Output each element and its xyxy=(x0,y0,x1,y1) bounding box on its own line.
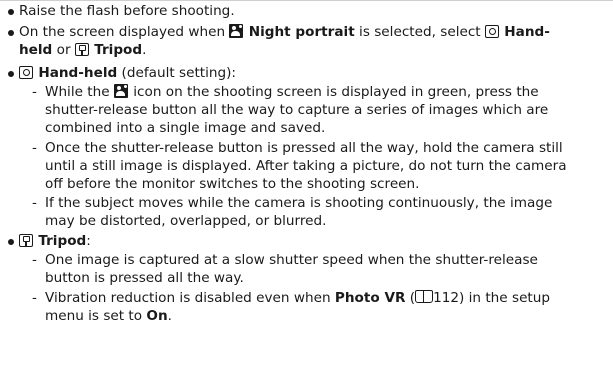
dash-marker: - xyxy=(32,252,37,268)
sub-item-line: One image is captured at a slow shutter … xyxy=(45,252,538,268)
hand-held-icon xyxy=(484,25,499,38)
bullet xyxy=(8,30,14,36)
manual-reference-icon xyxy=(415,290,434,303)
item-text: Raise the flash before shooting. xyxy=(19,3,235,19)
sub-item-line: Once the shutter-release button is press… xyxy=(45,140,563,156)
bullet xyxy=(8,9,14,15)
page-reference-link[interactable]: 112) xyxy=(433,290,464,306)
item-heading: Tripod: xyxy=(19,233,91,251)
sub-item-line: button is pressed all the way. xyxy=(45,270,244,286)
night-portrait-icon xyxy=(113,84,128,98)
hand-held-icon xyxy=(19,66,33,79)
sub-item-line: until a still image is displayed. After … xyxy=(45,158,567,174)
item-text: On the screen displayed when Night portr… xyxy=(19,24,550,40)
sub-item-line: off before the monitor switches to the s… xyxy=(45,176,420,192)
sub-item-line: If the subject moves while the camera is… xyxy=(45,195,553,211)
tripod-icon xyxy=(74,43,89,56)
tripod-icon xyxy=(19,234,33,247)
dash-marker: - xyxy=(32,290,37,306)
top-rule xyxy=(0,0,613,1)
sub-item-line: shutter-release button all the way to ca… xyxy=(45,102,549,118)
sub-item-line: combined into a single image and saved. xyxy=(45,120,326,136)
sub-item-line: may be distorted, overlapped, or blurred… xyxy=(45,213,327,229)
dash-marker: - xyxy=(32,84,37,100)
bullet xyxy=(8,239,14,245)
dash-marker: - xyxy=(32,195,37,211)
dash-marker: - xyxy=(32,140,37,156)
night-portrait-icon xyxy=(229,24,244,38)
sub-item-line: While the icon on the shooting screen is… xyxy=(45,84,539,100)
item-text-line2: held or Tripod. xyxy=(19,42,147,58)
item-heading: Hand-held (default setting): xyxy=(19,65,236,83)
bullet xyxy=(8,71,14,77)
sub-item-line: Vibration reduction is disabled even whe… xyxy=(45,290,551,306)
sub-item-line: menu is set to On. xyxy=(45,308,172,324)
